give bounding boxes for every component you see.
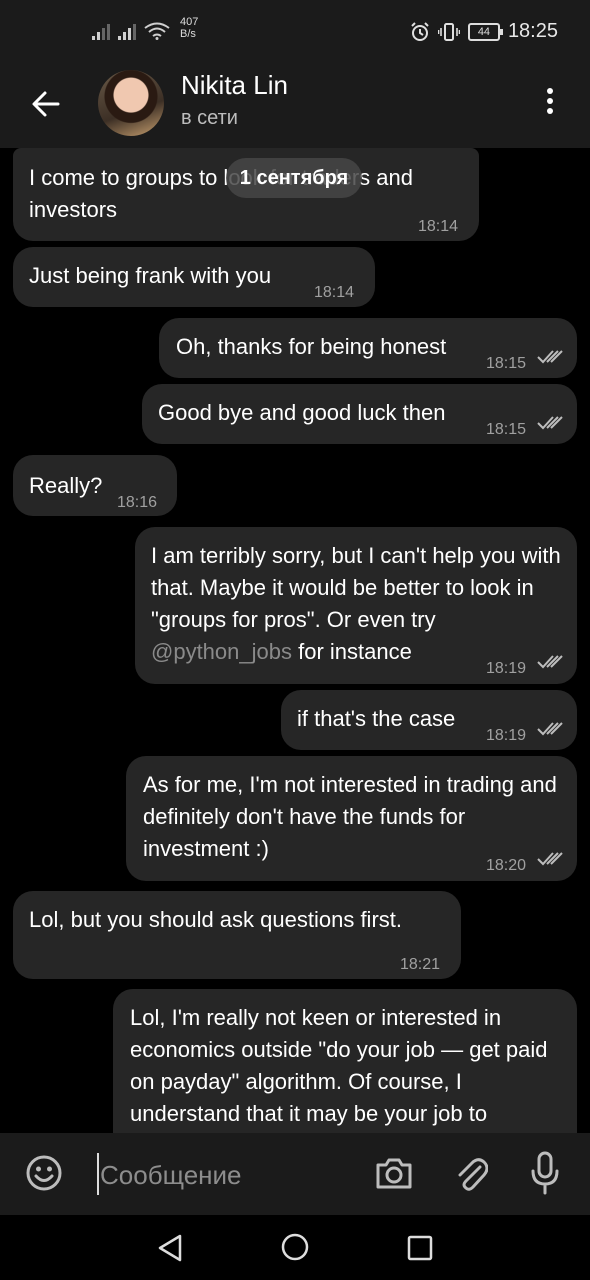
message-time: 18:21 [400,956,441,973]
emoji-icon[interactable] [26,1155,62,1191]
message-text: Just being frank with you [29,263,272,288]
message-text-part: for instance [298,639,412,664]
alarm-icon [411,21,429,41]
message-text: I am terribly sorry, but I can't help yo… [151,540,567,668]
mic-icon[interactable] [530,1151,560,1195]
wifi-icon [144,22,170,40]
status-bar: 407 B/s 44 18:25 [0,0,590,58]
message-text: Oh, thanks for being honest [176,334,447,359]
mention-link[interactable]: @python_jobs [151,639,292,664]
status-left: 407 B/s [92,16,198,40]
message-time: 18:15 [486,421,527,438]
message-text: if that's the case [297,706,456,731]
clock: 18:25 [507,20,558,42]
battery-icon: 44 [467,22,503,41]
signal-icon [92,22,110,40]
message-time: 18:20 [486,857,527,874]
message-text: Lol, but you should ask questions first. [29,907,402,932]
nav-back-icon[interactable] [156,1233,184,1263]
message-outgoing[interactable]: Lol, I'm really not keen or interested i… [113,989,577,1133]
message-list[interactable]: I come to groups to look for traders and… [0,148,590,1133]
message-time: 18:14 [418,218,459,235]
date-chip: 1 сентября [226,158,362,198]
net-speed: 407 B/s [180,16,198,40]
message-composer [0,1133,590,1215]
message-outgoing[interactable]: As for me, I'm not interested in trading… [126,756,577,881]
system-nav-bar [0,1215,590,1280]
net-speed-value: 407 [180,16,199,28]
message-input[interactable] [98,1153,352,1197]
contact-name[interactable]: Nikita Lin [181,70,288,101]
message-incoming[interactable]: Really? 18:16 [13,455,177,516]
status-right: 44 18:25 [410,20,558,43]
menu-dots-icon[interactable] [540,88,560,120]
message-text: Really? [29,473,103,498]
net-speed-unit: B/s [180,28,196,40]
vibrate-icon [437,22,460,41]
message-outgoing[interactable]: Good bye and good luck then 18:15 [142,384,577,444]
message-outgoing[interactable]: if that's the case 18:19 [281,690,577,750]
avatar[interactable] [98,70,164,136]
nav-home-icon[interactable] [281,1233,309,1261]
message-text: Good bye and good luck then [158,400,446,425]
double-check-icon [537,350,563,364]
message-time: 18:19 [486,660,527,677]
attach-icon[interactable] [454,1153,488,1193]
chat-header: Nikita Lin в сети [0,58,590,148]
camera-icon[interactable] [374,1155,414,1191]
nav-recents-icon[interactable] [407,1235,433,1261]
message-outgoing[interactable]: I am terribly sorry, but I can't help yo… [135,527,577,684]
message-incoming[interactable]: Just being frank with you 18:14 [13,247,375,307]
double-check-icon [537,655,563,669]
message-time: 18:15 [486,355,527,372]
double-check-icon [537,416,563,430]
message-time: 18:19 [486,727,527,744]
message-text: Lol, I'm really not keen or interested i… [130,1005,548,1126]
double-check-icon [537,722,563,736]
contact-status: в сети [181,107,238,129]
message-time: 18:14 [314,284,355,301]
double-check-icon [537,852,563,866]
message-outgoing[interactable]: Oh, thanks for being honest 18:15 [159,318,577,378]
message-text-part: I am terribly sorry, but I can't help yo… [151,543,561,632]
signal-icon-2 [118,22,136,40]
back-arrow-icon[interactable] [26,84,66,124]
message-incoming[interactable]: Lol, but you should ask questions first.… [13,891,461,979]
message-time: 18:16 [117,494,158,511]
